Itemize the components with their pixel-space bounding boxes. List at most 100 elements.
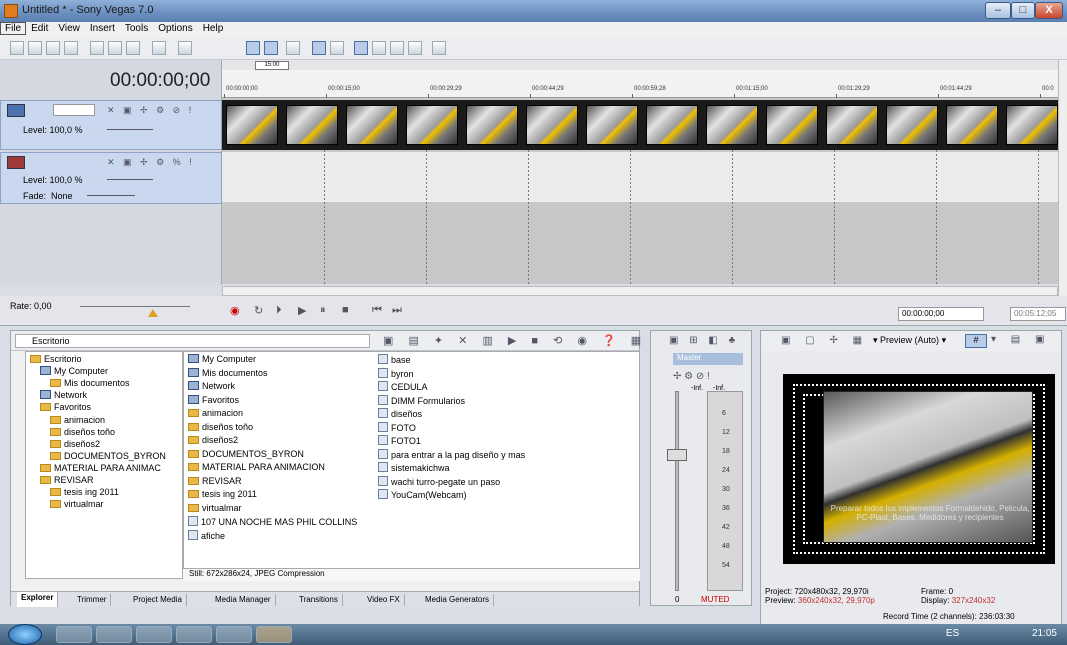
master-fader-track[interactable]: [675, 391, 679, 591]
taskbar-explorer-icon[interactable]: [96, 626, 132, 643]
tab-media-manager[interactable]: Media Manager: [211, 594, 276, 606]
end-time-field[interactable]: 00:05:12;05: [1010, 307, 1066, 321]
loop-region-bar[interactable]: [222, 60, 1060, 70]
master-fx-icons[interactable]: ✢ ⚙ ⊘ !: [673, 371, 710, 382]
file-item[interactable]: tesis ing 2011: [188, 489, 257, 499]
track2-level-slider[interactable]: [107, 179, 153, 180]
taskbar-app-icon[interactable]: [176, 626, 212, 643]
timeline-horizontal-scrollbar[interactable]: [222, 286, 1058, 296]
open-icon[interactable]: [28, 41, 42, 55]
file-item[interactable]: 107 UNA NOCHE MAS PHIL COLLINS: [188, 516, 357, 527]
track-name-field[interactable]: [53, 104, 95, 116]
close-button[interactable]: X: [1035, 2, 1063, 19]
tab-transitions[interactable]: Transitions: [295, 594, 343, 606]
tree-item[interactable]: animacion: [50, 415, 105, 425]
tree-item[interactable]: diseños2: [50, 439, 100, 449]
timeline-vertical-scrollbar[interactable]: [1058, 60, 1067, 300]
go-to-start-icon[interactable]: ⏮: [372, 304, 382, 317]
track1-level-slider[interactable]: [107, 129, 153, 130]
file-item[interactable]: animacion: [188, 408, 243, 418]
tree-item[interactable]: MATERIAL PARA ANIMAC: [40, 463, 161, 473]
taskbar-app2-icon[interactable]: [216, 626, 252, 643]
normal-edit-tool-icon[interactable]: [354, 41, 368, 55]
copy-icon[interactable]: [108, 41, 122, 55]
file-item[interactable]: MATERIAL PARA ANIMACION: [188, 462, 325, 472]
cut-icon[interactable]: [90, 41, 104, 55]
paste-icon[interactable]: [126, 41, 140, 55]
track2-fx-buttons[interactable]: ✕ ▣ ✢ ⚙ % !: [107, 157, 207, 167]
tree-item[interactable]: Escritorio: [30, 354, 82, 364]
audio-track-header[interactable]: ✕ ▣ ✢ ⚙ % ! Level: 100,0 % Fade: None: [0, 152, 222, 204]
play-from-start-icon[interactable]: ⏵: [276, 304, 282, 317]
explorer-folder-tree[interactable]: Escritorio My Computer Mis documentos Netwo…: [25, 351, 183, 579]
play-icon[interactable]: ▶: [298, 304, 306, 317]
undo-icon[interactable]: [152, 41, 166, 55]
lock-envelopes-icon[interactable]: [312, 41, 326, 55]
master-fader-thumb[interactable]: [667, 449, 687, 461]
file-item[interactable]: DOCUMENTOS_BYRON: [188, 449, 304, 459]
tab-video-fx[interactable]: Video FX: [363, 594, 405, 606]
file-item[interactable]: diseños: [378, 408, 422, 419]
file-item[interactable]: Favoritos: [188, 394, 239, 405]
go-to-end-icon[interactable]: ⏭: [392, 304, 402, 317]
language-indicator[interactable]: ES: [946, 628, 959, 639]
file-item[interactable]: CEDULA: [378, 381, 428, 392]
menu-help[interactable]: Help: [198, 22, 229, 35]
taskbar-vegas-icon[interactable]: [256, 626, 292, 643]
properties-icon[interactable]: [64, 41, 78, 55]
tab-media-generators[interactable]: Media Generators: [421, 594, 495, 606]
tree-item[interactable]: My Computer: [40, 366, 108, 376]
fade-slider[interactable]: [87, 195, 135, 196]
tree-item[interactable]: Favoritos: [40, 402, 91, 412]
auto-crossfade-icon[interactable]: [264, 41, 278, 55]
tree-item[interactable]: diseños toño: [50, 427, 115, 437]
ripple-edit-icon[interactable]: [286, 41, 300, 55]
rate-slider-thumb-icon[interactable]: [148, 309, 158, 317]
tree-item[interactable]: tesis ing 2011: [50, 487, 119, 497]
tree-item[interactable]: DOCUMENTOS_BYRON: [50, 451, 166, 461]
file-item[interactable]: FOTO1: [378, 435, 421, 446]
clock[interactable]: 21:05: [1032, 628, 1057, 639]
loop-region-marker[interactable]: 15:00: [255, 61, 289, 70]
selection-tool-icon[interactable]: [390, 41, 404, 55]
whats-this-help-icon[interactable]: [432, 41, 446, 55]
start-button[interactable]: [8, 624, 42, 645]
stop-icon[interactable]: ■: [342, 304, 349, 316]
file-item[interactable]: byron: [378, 367, 414, 379]
loop-playback-icon[interactable]: ↻: [254, 304, 263, 317]
pause-icon[interactable]: ⏸: [320, 304, 326, 317]
preview-tool-buttons[interactable]: ▣ ▢ ✢ ▦: [781, 335, 868, 346]
preview-copy-save-icons[interactable]: ▾ ▤ ▣: [991, 334, 1050, 345]
tree-item[interactable]: Network: [40, 390, 87, 400]
menu-options[interactable]: Options: [153, 22, 197, 35]
audio-track-lane[interactable]: [222, 152, 1060, 202]
tab-trimmer[interactable]: Trimmer: [73, 594, 112, 606]
track-fx-buttons[interactable]: ✕ ▣ ✢ ⚙ ⊘ !: [107, 105, 207, 115]
cursor-position-field[interactable]: 00:00:00;00: [898, 307, 984, 321]
file-item[interactable]: wachi turro-pegate un paso: [378, 475, 500, 487]
menu-insert[interactable]: Insert: [85, 22, 120, 35]
tree-item[interactable]: REVISAR: [40, 475, 94, 485]
tree-item[interactable]: virtualmar: [50, 499, 104, 509]
file-item[interactable]: base: [378, 354, 411, 365]
taskbar-ie-icon[interactable]: [56, 626, 92, 643]
redo-icon[interactable]: [178, 41, 192, 55]
rate-slider[interactable]: [80, 306, 190, 307]
explorer-file-list[interactable]: My Computer Mis documentos Network Favorito…: [183, 351, 640, 569]
tree-item[interactable]: Mis documentos: [50, 378, 130, 388]
file-item[interactable]: diseños toño: [188, 422, 253, 432]
file-item[interactable]: My Computer: [188, 354, 256, 364]
new-project-icon[interactable]: [10, 41, 24, 55]
file-item[interactable]: para entrar a la pag diseño y mas: [378, 448, 525, 460]
file-item[interactable]: DIMM Formularios: [378, 394, 465, 406]
menu-edit[interactable]: Edit: [26, 22, 53, 35]
zoom-tool-icon[interactable]: [408, 41, 422, 55]
file-item[interactable]: REVISAR: [188, 476, 242, 486]
explorer-tool-buttons[interactable]: ▣ ▤ ✦ ✕ ▥ ▶ ■ ⟲ ◉ ❓ ▦: [383, 334, 647, 347]
video-event[interactable]: [222, 100, 1060, 150]
menu-view[interactable]: View: [53, 22, 85, 35]
menu-file[interactable]: File: [0, 22, 27, 35]
tab-explorer[interactable]: Explorer: [17, 592, 59, 607]
file-item[interactable]: YouCam(Webcam): [378, 489, 467, 500]
ignore-grouping-icon[interactable]: [330, 41, 344, 55]
